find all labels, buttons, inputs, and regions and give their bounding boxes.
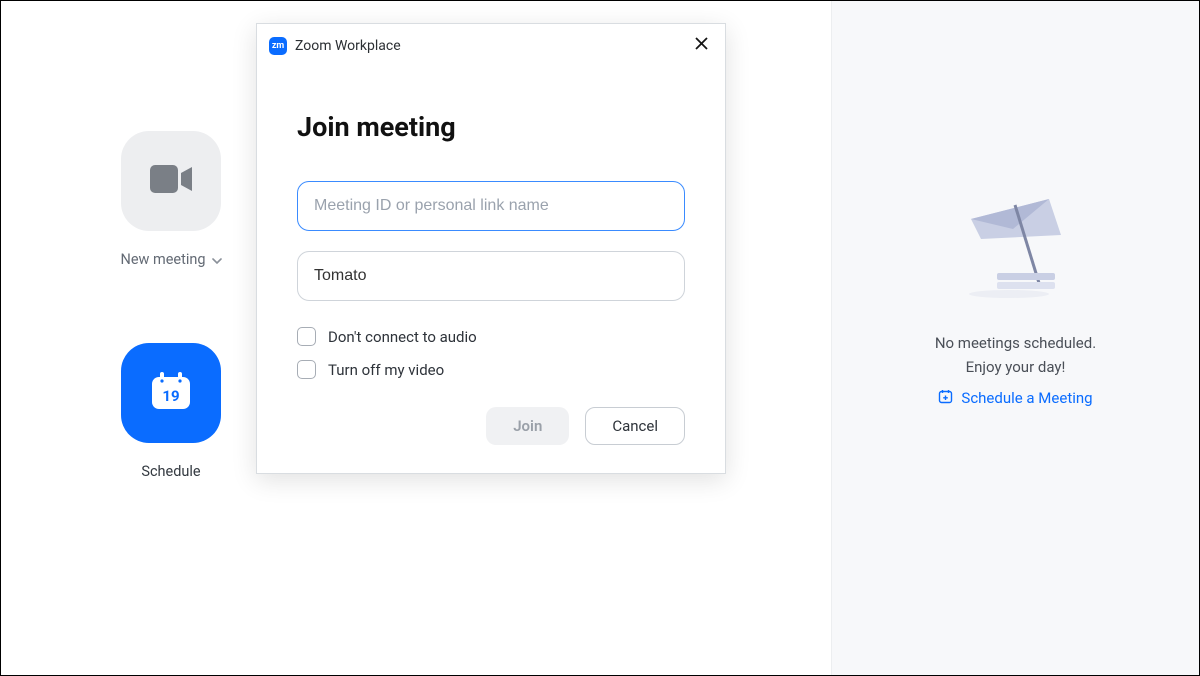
new-meeting-label[interactable]: New meeting (120, 251, 221, 268)
meeting-id-input[interactable] (297, 181, 685, 231)
empty-line-2: Enjoy your day! (935, 355, 1096, 379)
dialog-app-title: Zoom Workplace (295, 38, 401, 54)
turn-off-video-option[interactable]: Turn off my video (297, 360, 685, 379)
cancel-button[interactable]: Cancel (585, 407, 685, 445)
close-icon (694, 36, 709, 55)
dialog-body: Join meeting Don't connect to audio Turn… (257, 63, 725, 473)
calendar-icon: 19 (150, 371, 192, 415)
umbrella-illustration-icon (951, 189, 1081, 303)
video-camera-icon (149, 164, 193, 198)
schedule-label: Schedule (141, 463, 200, 480)
calendar-plus-icon (938, 389, 953, 408)
action-tiles: New meeting (111, 131, 231, 480)
schedule-meeting-link[interactable]: Schedule a Meeting (938, 389, 1092, 408)
display-name-input[interactable] (297, 251, 685, 301)
schedule-tile[interactable]: 19 Schedule (111, 343, 231, 480)
new-meeting-tile[interactable]: New meeting (111, 131, 231, 268)
chevron-down-icon (212, 251, 222, 268)
close-button[interactable] (690, 32, 713, 59)
app-window: New meeting (0, 0, 1200, 676)
dialog-actions: Join Cancel (297, 407, 685, 445)
join-meeting-dialog: zm Zoom Workplace Join meeting Don't con… (256, 23, 726, 474)
checkbox[interactable] (297, 327, 316, 346)
empty-state-message: No meetings scheduled. Enjoy your day! (935, 331, 1096, 379)
calendar-panel: No meetings scheduled. Enjoy your day! S… (831, 1, 1199, 675)
new-meeting-button[interactable] (121, 131, 221, 231)
checkbox[interactable] (297, 360, 316, 379)
empty-line-1: No meetings scheduled. (935, 331, 1096, 355)
dialog-heading: Join meeting (297, 111, 685, 143)
checkbox-label: Don't connect to audio (328, 328, 477, 346)
dialog-titlebar: zm Zoom Workplace (257, 24, 725, 63)
zoom-app-icon: zm (269, 37, 287, 55)
checkbox-label: Turn off my video (328, 361, 444, 379)
schedule-meeting-link-text[interactable]: Schedule a Meeting (961, 389, 1092, 407)
join-button[interactable]: Join (486, 407, 569, 445)
schedule-button[interactable]: 19 (121, 343, 221, 443)
dont-connect-audio-option[interactable]: Don't connect to audio (297, 327, 685, 346)
calendar-day-number: 19 (150, 387, 192, 405)
